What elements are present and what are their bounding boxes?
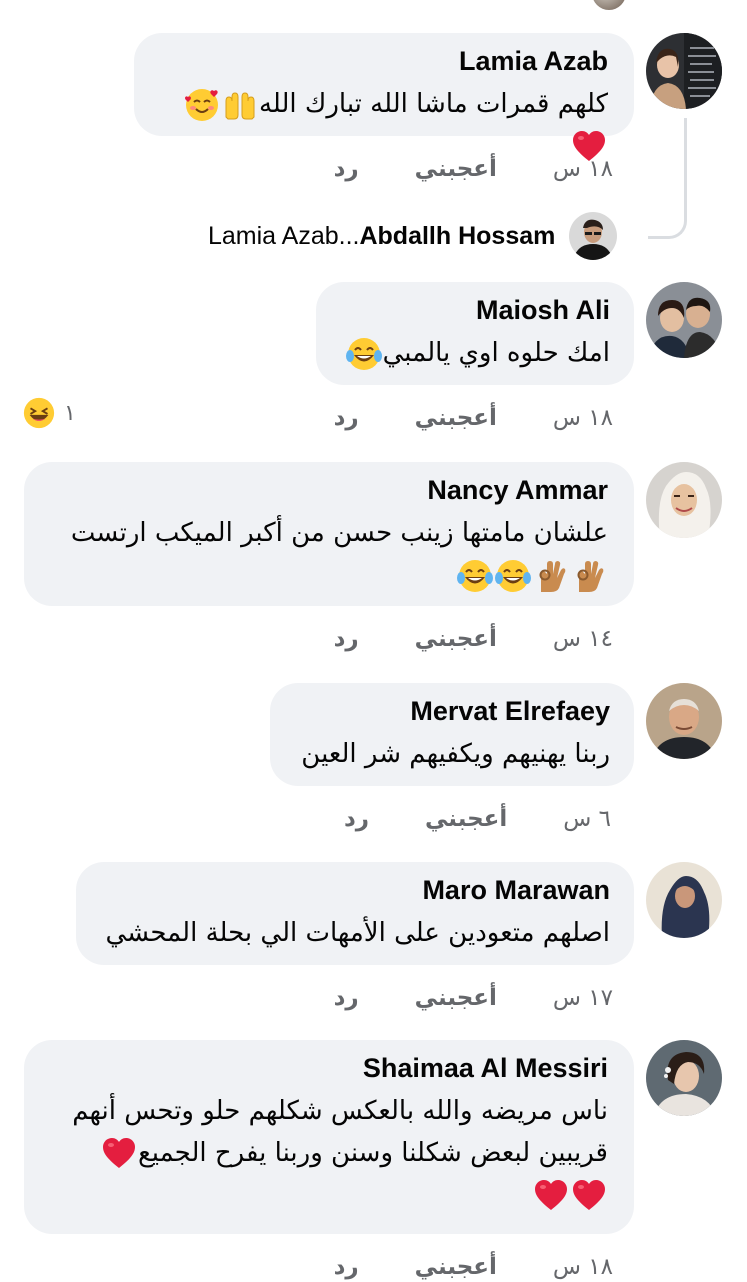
comment-text-row: قريبين لبعض شكلنا وسنن وربنا يفرح الجميع xyxy=(50,1132,608,1174)
comment-bubble: Lamia Azab كلهم قمرات ماشا الله تبارك ال… xyxy=(134,33,634,136)
comment-timestamp[interactable]: ١٨ س xyxy=(553,154,613,184)
like-button[interactable]: أعجبني xyxy=(425,804,507,834)
comment-text: علشان مامتها زينب حسن من أكبر الميكب ارت… xyxy=(70,518,608,548)
comment-bubble: Mervat Elrefaey ربنا يهنيهم ويكفيهم شر ا… xyxy=(270,683,634,786)
thread-connector-line xyxy=(648,118,687,239)
comment-bubble: Maiosh Ali امك حلوه اوي يالمبي xyxy=(316,282,634,385)
comment-author-name[interactable]: Nancy Ammar xyxy=(50,474,608,506)
reply-button[interactable]: رد xyxy=(334,624,359,654)
reaction-count: ١ xyxy=(64,400,76,426)
comment-actions: ١٨ س أعجبني رد xyxy=(334,403,613,433)
comment-text: امك حلوه اوي يالمبي xyxy=(382,338,610,368)
avatar[interactable] xyxy=(646,33,722,109)
comment-bubble: Nancy Ammar علشان مامتها زينب حسن من أكب… xyxy=(24,462,634,606)
red-heart-icon xyxy=(571,1178,607,1214)
avatar[interactable] xyxy=(646,862,722,938)
comment-author-name[interactable]: Mervat Elrefaey xyxy=(294,695,610,727)
red-heart-icon xyxy=(533,1178,569,1214)
tears-of-joy-icon xyxy=(346,336,382,372)
like-button[interactable]: أعجبني xyxy=(415,154,497,184)
comment-timestamp[interactable]: ١٨ س xyxy=(553,403,613,433)
comment-bubble: Maro Marawan اصلهم متعودين على الأمهات ا… xyxy=(76,862,634,965)
comment-actions: ١٧ س أعجبني رد xyxy=(334,983,613,1013)
comment-text-line-1: ناس مريضه والله بالعكس شكلهم حلو وتحس أن… xyxy=(72,1096,608,1126)
red-heart-icon xyxy=(101,1136,137,1172)
reply-button[interactable]: رد xyxy=(334,983,359,1013)
like-button[interactable]: أعجبني xyxy=(415,983,497,1013)
comment-actions: ١٨ س أعجبني رد xyxy=(334,154,613,184)
comment-author-name[interactable]: Shaimaa Al Messiri xyxy=(50,1052,608,1084)
reply-preview-separator: ... xyxy=(338,221,360,250)
comment-emoji-row xyxy=(50,1174,608,1216)
comment-emoji-row xyxy=(50,554,608,596)
reply-preview-mention: Lamia Azab xyxy=(208,221,339,250)
previous-comment-avatar-fragment xyxy=(592,0,626,10)
ok-hand-icon xyxy=(571,558,607,594)
comment-actions: ١٤ س أعجبني رد xyxy=(334,624,613,654)
tears-of-joy-icon xyxy=(457,558,493,594)
comment-text: كلهم قمرات ماشا الله تبارك الله xyxy=(258,89,608,119)
comment-timestamp[interactable]: ٦ س xyxy=(563,804,611,834)
comment-timestamp[interactable]: ١٨ س xyxy=(553,1252,613,1282)
open-hands-icon xyxy=(222,87,258,123)
comment-actions: ٦ س أعجبني رد xyxy=(344,804,611,834)
avatar[interactable] xyxy=(646,462,722,538)
reaction-summary[interactable]: ١ xyxy=(22,396,76,430)
reply-button[interactable]: رد xyxy=(334,1252,359,1282)
reply-preview[interactable]: Lamia Azab ... Abdallh Hossam xyxy=(208,212,618,260)
like-button[interactable]: أعجبني xyxy=(415,624,497,654)
like-button[interactable]: أعجبني xyxy=(415,403,497,433)
comment-text: اصلهم متعودين على الأمهات الي بحلة المحش… xyxy=(105,918,611,948)
comment-timestamp[interactable]: ١٤ س xyxy=(553,624,613,654)
reply-preview-avatar xyxy=(569,212,618,260)
avatar[interactable] xyxy=(646,683,722,759)
comment-author-name[interactable]: Maiosh Ali xyxy=(340,294,610,326)
tears-of-joy-icon xyxy=(495,558,531,594)
avatar[interactable] xyxy=(646,282,722,358)
reply-preview-author: Abdallh Hossam xyxy=(359,221,556,250)
comment-author-name[interactable]: Maro Marawan xyxy=(100,874,610,906)
comment-actions: ١٨ س أعجبني رد xyxy=(334,1252,613,1282)
reply-button[interactable]: رد xyxy=(344,804,369,834)
avatar[interactable] xyxy=(646,1040,722,1116)
comment-text-row: امك حلوه اوي يالمبي xyxy=(340,332,610,374)
comment-text: ربنا يهنيهم ويكفيهم شر العين xyxy=(301,739,610,769)
comment-timestamp[interactable]: ١٧ س xyxy=(553,983,613,1013)
comment-text-line-2: قريبين لبعض شكلنا وسنن وربنا يفرح الجميع xyxy=(137,1138,608,1168)
reply-button[interactable]: رد xyxy=(334,154,359,184)
ok-hand-icon xyxy=(533,558,569,594)
comment-author-name[interactable]: Lamia Azab xyxy=(160,45,608,77)
comment-bubble: Shaimaa Al Messiri ناس مريضه والله بالعك… xyxy=(24,1040,634,1234)
reply-button[interactable]: رد xyxy=(334,403,359,433)
haha-reaction-icon xyxy=(22,396,56,430)
like-button[interactable]: أعجبني xyxy=(415,1252,497,1282)
smiling-face-with-hearts-icon xyxy=(184,87,220,123)
